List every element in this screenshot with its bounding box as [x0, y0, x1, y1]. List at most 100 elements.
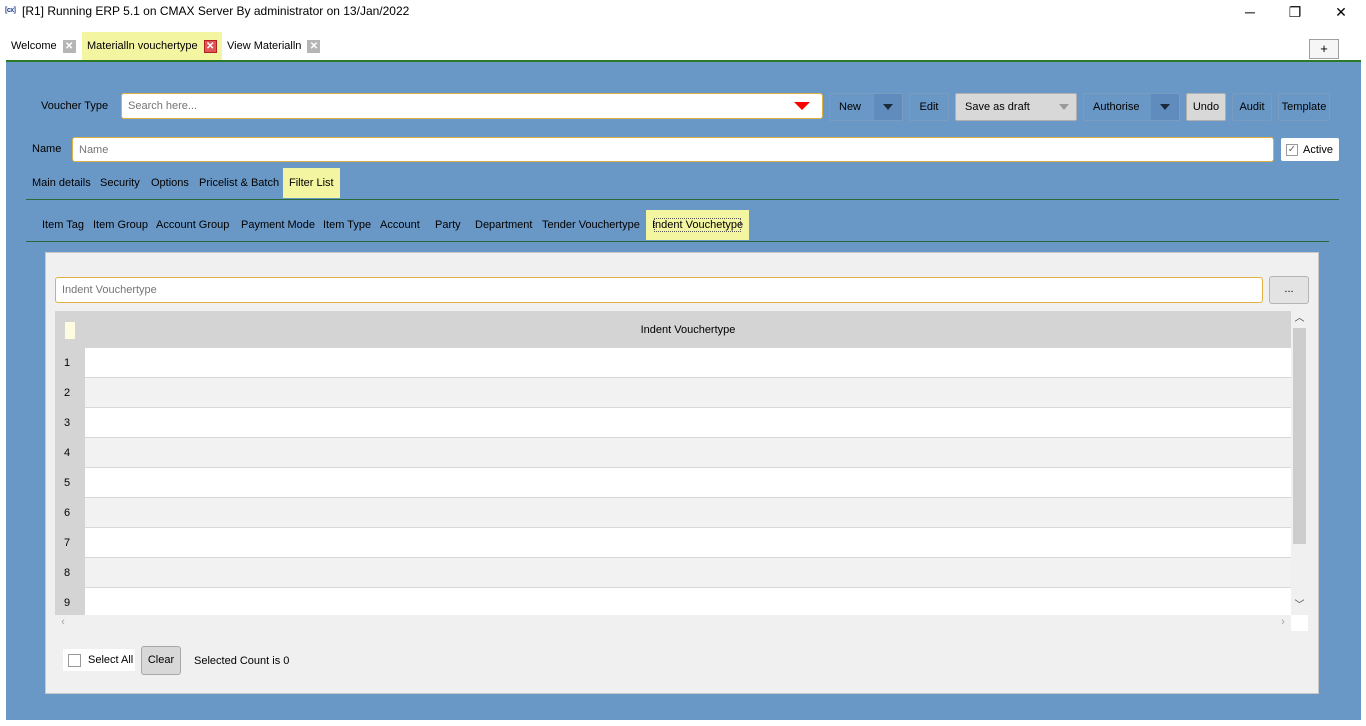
- table-cell[interactable]: [85, 528, 1291, 557]
- scroll-up-icon[interactable]: ︿: [1291, 311, 1308, 327]
- tab-account[interactable]: Account: [374, 210, 426, 240]
- tab-pricelist-batch[interactable]: Pricelist & Batch: [193, 168, 285, 198]
- horizontal-scrollbar[interactable]: ‹ ›: [55, 615, 1291, 631]
- tab-indent-vouchetype[interactable]: Indent Vouchetype: [646, 210, 750, 240]
- table-cell[interactable]: [85, 378, 1291, 407]
- scroll-left-icon[interactable]: ‹: [55, 615, 71, 631]
- scroll-thumb[interactable]: [1293, 328, 1306, 544]
- scroll-right-icon[interactable]: ›: [1275, 615, 1291, 631]
- edit-button[interactable]: Edit: [909, 93, 949, 121]
- tab-payment-mode[interactable]: Payment Mode: [235, 210, 321, 240]
- tab-party[interactable]: Party: [429, 210, 467, 240]
- indent-vouchertype-field[interactable]: [55, 277, 1263, 303]
- audit-button[interactable]: Audit: [1232, 93, 1272, 121]
- name-label: Name: [32, 143, 62, 155]
- chevron-down-icon[interactable]: [1151, 94, 1179, 120]
- grid-header: Indent Vouchertype: [55, 311, 1291, 348]
- minimize-button[interactable]: ─: [1227, 0, 1273, 24]
- table-row[interactable]: 4: [55, 438, 1291, 468]
- table-cell[interactable]: [85, 588, 1291, 615]
- table-row[interactable]: 2: [55, 378, 1291, 408]
- tab-security[interactable]: Security: [94, 168, 146, 198]
- search-input[interactable]: [128, 95, 768, 117]
- tab-materialln-vouchertype[interactable]: Materialln vouchertype ✕: [82, 32, 222, 60]
- tab-options[interactable]: Options: [145, 168, 195, 198]
- voucher-type-label: Voucher Type: [41, 100, 109, 112]
- table-cell[interactable]: [85, 558, 1291, 587]
- close-icon[interactable]: ✕: [307, 39, 321, 53]
- tab-main-details[interactable]: Main details: [26, 168, 97, 198]
- table-row[interactable]: 3: [55, 408, 1291, 438]
- close-icon[interactable]: ✕: [62, 39, 76, 53]
- scroll-down-icon[interactable]: ﹀: [1291, 598, 1308, 614]
- tab-item-group[interactable]: Item Group: [87, 210, 154, 240]
- row-number: 1: [55, 348, 85, 378]
- window-titlebar: [cx] [R1] Running ERP 5.1 on CMAX Server…: [0, 0, 1366, 24]
- table-row[interactable]: 9: [55, 588, 1291, 615]
- tab-account-group[interactable]: Account Group: [150, 210, 235, 240]
- table-cell[interactable]: [85, 438, 1291, 467]
- column-header[interactable]: Indent Vouchertype: [85, 311, 1291, 348]
- table-cell[interactable]: [85, 348, 1291, 377]
- clear-button[interactable]: Clear: [141, 646, 181, 675]
- row-number: 4: [55, 438, 85, 468]
- table-row[interactable]: 8: [55, 558, 1291, 588]
- save-as-draft-button[interactable]: Save as draft: [955, 93, 1077, 121]
- row-number: 2: [55, 378, 85, 408]
- vertical-scrollbar[interactable]: ︿ ﹀: [1291, 311, 1308, 631]
- select-all-cell[interactable]: [65, 322, 75, 339]
- chevron-down-icon[interactable]: [1052, 94, 1076, 120]
- table-cell[interactable]: [85, 468, 1291, 497]
- checkmark-icon: ✓: [1286, 143, 1298, 156]
- tab-label: Materialln vouchertype: [87, 40, 198, 52]
- tab-welcome[interactable]: Welcome ✕: [6, 32, 81, 60]
- undo-button[interactable]: Undo: [1186, 93, 1226, 121]
- scroll-corner: [1291, 615, 1308, 631]
- window-title: [R1] Running ERP 5.1 on CMAX Server By a…: [22, 4, 410, 18]
- row-number: 6: [55, 498, 85, 528]
- browse-button[interactable]: ...: [1269, 276, 1309, 304]
- tab-label: Welcome: [11, 40, 57, 52]
- document-tab-strip: Welcome ✕ Materialln vouchertype ✕ View …: [0, 24, 1366, 62]
- table-row[interactable]: 1: [55, 348, 1291, 378]
- authorise-button[interactable]: Authorise: [1083, 93, 1180, 121]
- chevron-down-icon[interactable]: [874, 94, 902, 120]
- tab-item-tag[interactable]: Item Tag: [36, 210, 90, 240]
- tab-item-type[interactable]: Item Type: [317, 210, 377, 240]
- close-window-button[interactable]: ✕: [1318, 0, 1364, 24]
- close-icon[interactable]: ✕: [203, 39, 217, 53]
- tab-department[interactable]: Department: [469, 210, 538, 240]
- row-number: 8: [55, 558, 85, 588]
- tab-label: View Materialln: [227, 40, 302, 52]
- filter-panel: ... Indent Vouchertype 1 2 3 4 5 6 7 8 9…: [45, 252, 1319, 694]
- table-cell[interactable]: [85, 498, 1291, 527]
- tab-filter-list[interactable]: Filter List: [283, 168, 340, 198]
- table-row[interactable]: 6: [55, 498, 1291, 528]
- main-panel: Voucher Type New Edit Save as draft Auth…: [6, 60, 1361, 720]
- voucher-type-search[interactable]: [121, 93, 823, 119]
- new-button[interactable]: New: [829, 93, 903, 121]
- table-cell[interactable]: [85, 408, 1291, 437]
- maximize-button[interactable]: ❐: [1272, 0, 1318, 24]
- tab-tender-vouchertype[interactable]: Tender Vouchertype: [536, 210, 646, 240]
- divider: [26, 199, 1339, 200]
- select-all-checkbox[interactable]: Select All: [63, 649, 135, 671]
- indent-vouchertype-input[interactable]: [62, 279, 1252, 301]
- divider: [26, 241, 1329, 242]
- data-grid: Indent Vouchertype 1 2 3 4 5 6 7 8 9: [55, 311, 1291, 615]
- name-field[interactable]: [72, 137, 1274, 162]
- dropdown-arrow-icon[interactable]: [794, 102, 810, 110]
- name-input[interactable]: [79, 139, 1259, 160]
- template-button[interactable]: Template: [1278, 93, 1330, 121]
- add-tab-button[interactable]: +: [1309, 39, 1339, 59]
- checkbox-icon[interactable]: [68, 653, 81, 667]
- active-checkbox[interactable]: ✓ Active: [1281, 138, 1339, 161]
- tab-view-materialln[interactable]: View Materialln ✕: [222, 32, 325, 60]
- row-number: 9: [55, 588, 85, 615]
- selected-count: Selected Count is 0: [194, 655, 290, 667]
- table-row[interactable]: 5: [55, 468, 1291, 498]
- table-row[interactable]: 7: [55, 528, 1291, 558]
- row-number: 3: [55, 408, 85, 438]
- row-number: 5: [55, 468, 85, 498]
- app-icon: [cx]: [5, 7, 16, 14]
